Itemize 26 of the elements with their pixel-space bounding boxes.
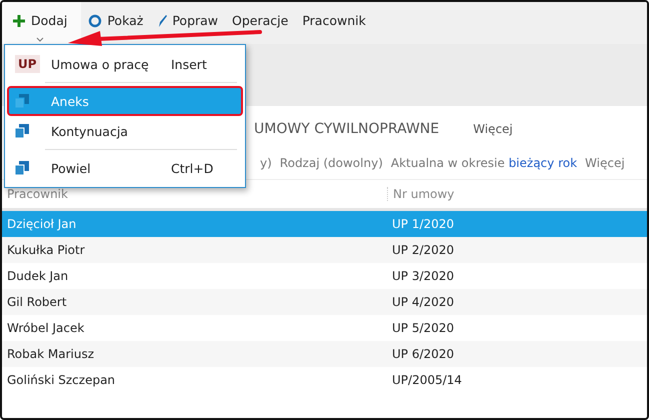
filter-link[interactable]: Aktualna w okresie bieżący rok bbox=[390, 156, 578, 170]
plus-icon bbox=[12, 14, 26, 28]
menu-item[interactable]: UP Umowa o pracę Insert bbox=[7, 49, 243, 79]
toolbar-button[interactable]: Popraw bbox=[150, 2, 226, 44]
menu-item[interactable]: Kontynuacja bbox=[7, 116, 243, 146]
copy-icon bbox=[15, 161, 29, 175]
table-row[interactable]: Gil Robert UP 4/2020 bbox=[2, 289, 647, 315]
toolbar-button[interactable]: Pracownik bbox=[295, 2, 373, 44]
table-row[interactable]: Kukułka Piotr UP 2/2020 bbox=[2, 237, 647, 263]
column-header[interactable]: Pracownik bbox=[2, 187, 387, 201]
toolbar-button[interactable]: Dodaj bbox=[2, 2, 82, 44]
badge: UP bbox=[15, 55, 40, 73]
copy-icon bbox=[15, 124, 29, 138]
copy-icon bbox=[15, 94, 29, 108]
table-row[interactable]: Robak Mariusz UP 6/2020 bbox=[2, 341, 647, 367]
search-icon bbox=[88, 14, 102, 28]
column-header[interactable]: Nr umowy bbox=[387, 187, 647, 201]
filter-link[interactable]: Więcej bbox=[585, 156, 625, 170]
menu-item[interactable]: Powiel Ctrl+D bbox=[7, 153, 243, 183]
filter-link[interactable]: y) bbox=[260, 156, 272, 170]
toolbar-button[interactable]: Operacje bbox=[225, 2, 296, 44]
pen-icon bbox=[157, 14, 168, 28]
filter-link[interactable]: Rodzaj (dowolny) bbox=[280, 156, 383, 170]
toolbar-button[interactable]: Pokaż bbox=[81, 2, 150, 44]
tab[interactable]: UMOWY CYWILNOPRAWNE bbox=[254, 121, 440, 137]
tab[interactable]: Więcej bbox=[473, 122, 513, 136]
